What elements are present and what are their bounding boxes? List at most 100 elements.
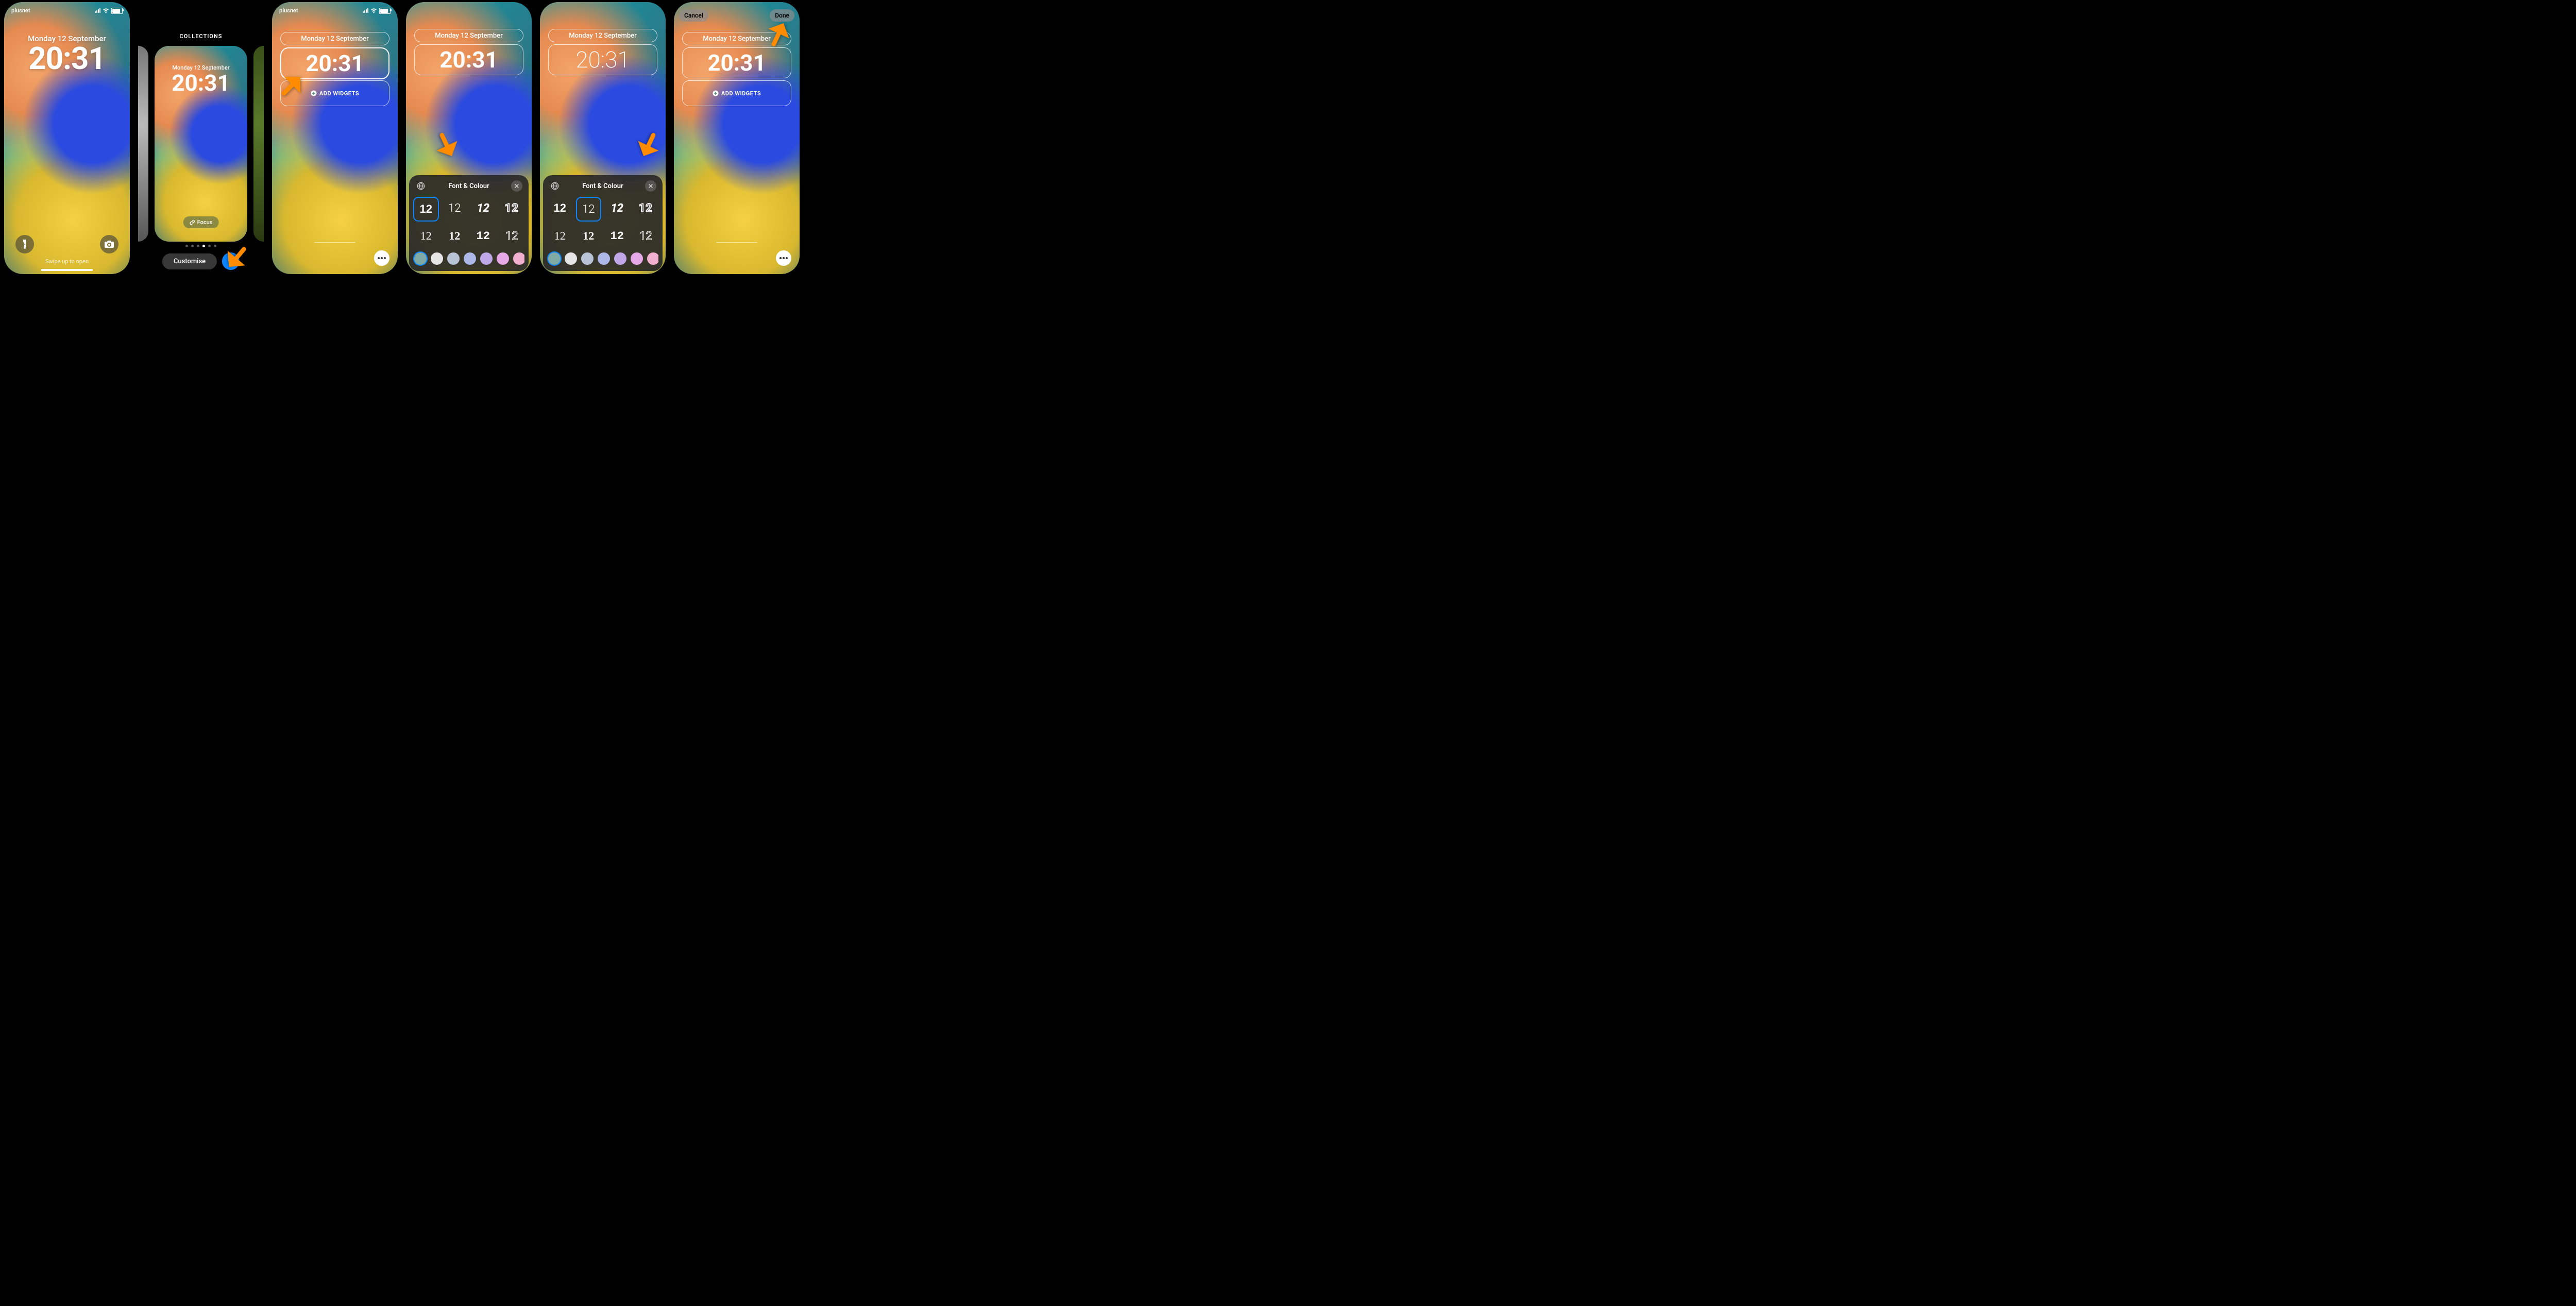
time-widget-slot-selected[interactable]: 20:31 bbox=[280, 47, 389, 79]
sheet-close-button[interactable] bbox=[511, 180, 522, 192]
color-swatch-1[interactable] bbox=[431, 252, 443, 265]
font-option-2[interactable]: 12 bbox=[576, 197, 602, 222]
close-icon bbox=[648, 183, 653, 189]
close-icon bbox=[514, 183, 519, 189]
status-bar: plusnet bbox=[279, 7, 391, 14]
more-button[interactable] bbox=[776, 250, 791, 266]
color-swatch-0[interactable] bbox=[548, 252, 561, 265]
camera-button[interactable] bbox=[100, 235, 118, 253]
color-row bbox=[547, 251, 658, 266]
color-swatch-6[interactable] bbox=[647, 252, 658, 265]
screen-edit-done: Cancel Done Monday 12 September 20:31 AD… bbox=[674, 2, 800, 274]
sheet-title: Font & Colour bbox=[448, 182, 489, 190]
color-swatch-4[interactable] bbox=[480, 252, 493, 265]
collections-label: COLLECTIONS bbox=[138, 2, 264, 40]
page-bar bbox=[314, 242, 355, 243]
color-swatch-6[interactable] bbox=[513, 252, 524, 265]
add-widgets-label: ADD WIDGETS bbox=[721, 90, 761, 97]
globe-icon bbox=[551, 182, 559, 190]
font-option-7[interactable]: 12 bbox=[470, 225, 496, 247]
date-widget-slot[interactable]: Monday 12 September bbox=[280, 32, 389, 45]
next-wallpaper-peek[interactable] bbox=[253, 46, 264, 242]
preview-time: 20:31 bbox=[155, 70, 247, 96]
battery-icon bbox=[379, 8, 391, 14]
font-option-1[interactable]: 12 bbox=[547, 197, 573, 219]
font-grid: 12 12 12 12 12 12 12 12 bbox=[413, 197, 524, 247]
time-widget-slot[interactable]: 20:31 bbox=[414, 44, 523, 75]
screen-collections: COLLECTIONS Monday 12 September 20:31 Fo… bbox=[138, 2, 264, 274]
font-grid: 12 12 12 12 12 12 12 12 bbox=[547, 197, 658, 247]
page-bar bbox=[716, 242, 757, 243]
color-swatch-3[interactable] bbox=[464, 252, 476, 265]
swipe-hint: Swipe up to open bbox=[4, 258, 130, 265]
edit-topbar: Cancel Done bbox=[679, 9, 794, 22]
wifi-icon bbox=[370, 8, 377, 13]
sheet-close-button[interactable] bbox=[645, 180, 656, 192]
sheet-title: Font & Colour bbox=[582, 182, 623, 190]
font-option-4[interactable]: 12 bbox=[633, 197, 659, 219]
torch-button[interactable] bbox=[15, 235, 34, 253]
font-colour-sheet: Font & Colour 12 12 12 12 12 12 12 12 bbox=[543, 175, 663, 271]
font-option-5[interactable]: 12 bbox=[413, 225, 439, 247]
wallpaper-preview[interactable]: Monday 12 September 20:31 Focus bbox=[155, 46, 247, 242]
date-widget-slot[interactable]: Monday 12 September bbox=[682, 32, 791, 45]
battery-icon bbox=[111, 8, 123, 14]
color-swatch-2[interactable] bbox=[447, 252, 460, 265]
camera-icon bbox=[105, 241, 114, 248]
color-swatch-2[interactable] bbox=[581, 252, 594, 265]
font-option-6[interactable]: 12 bbox=[576, 225, 602, 247]
screen-edit-time-selected: plusnet Monday 12 September 20:31 ADD WI… bbox=[272, 2, 398, 274]
globe-button[interactable] bbox=[549, 180, 561, 192]
date-widget-slot[interactable]: Monday 12 September bbox=[414, 29, 523, 42]
status-bar: plusnet bbox=[11, 7, 123, 14]
done-button[interactable]: Done bbox=[770, 9, 794, 22]
add-widgets-slot[interactable]: ADD WIDGETS bbox=[682, 80, 791, 106]
plus-circle-icon bbox=[713, 90, 719, 96]
color-swatch-1[interactable] bbox=[565, 252, 577, 265]
customise-button[interactable]: Customise bbox=[162, 253, 217, 269]
status-icons bbox=[95, 8, 123, 14]
color-swatch-4[interactable] bbox=[614, 252, 626, 265]
page-indicator bbox=[138, 245, 264, 247]
globe-button[interactable] bbox=[415, 180, 427, 192]
signal-icon bbox=[95, 8, 100, 13]
add-widgets-slot[interactable]: ADD WIDGETS bbox=[280, 80, 389, 106]
add-widgets-label: ADD WIDGETS bbox=[319, 90, 359, 97]
color-swatch-5[interactable] bbox=[631, 252, 643, 265]
font-option-8[interactable]: 12 bbox=[499, 225, 525, 247]
add-wallpaper-button[interactable]: + bbox=[222, 252, 240, 270]
font-option-3[interactable]: 12 bbox=[470, 197, 496, 219]
color-swatch-3[interactable] bbox=[598, 252, 610, 265]
screen-font-colour-1: Monday 12 September 20:31 Font & Colour … bbox=[406, 2, 532, 274]
carrier-label: plusnet bbox=[11, 7, 30, 14]
focus-label: Focus bbox=[197, 219, 213, 226]
more-button[interactable] bbox=[374, 250, 389, 266]
color-swatch-0[interactable] bbox=[414, 252, 427, 265]
link-icon bbox=[190, 219, 195, 225]
date-widget-slot[interactable]: Monday 12 September bbox=[548, 29, 657, 42]
font-option-6[interactable]: 12 bbox=[442, 225, 468, 247]
signal-icon bbox=[363, 8, 368, 13]
font-option-1[interactable]: 12 bbox=[413, 197, 439, 222]
font-option-5[interactable]: 12 bbox=[547, 225, 573, 247]
font-option-3[interactable]: 12 bbox=[604, 197, 630, 219]
time-widget-slot[interactable]: 20:31 bbox=[548, 44, 657, 75]
screen-font-colour-2: Monday 12 September 20:31 Font & Colour … bbox=[540, 2, 666, 274]
plus-circle-icon bbox=[311, 90, 317, 96]
lock-time: 20:31 bbox=[4, 40, 130, 77]
font-option-7[interactable]: 12 bbox=[604, 225, 630, 247]
color-swatch-5[interactable] bbox=[497, 252, 509, 265]
home-indicator[interactable] bbox=[41, 269, 93, 271]
font-option-8[interactable]: 12 bbox=[633, 225, 659, 247]
globe-icon bbox=[417, 182, 425, 190]
cancel-button[interactable]: Cancel bbox=[679, 9, 708, 22]
time-widget-slot[interactable]: 20:31 bbox=[682, 47, 791, 78]
font-option-4[interactable]: 12 bbox=[499, 197, 525, 219]
carrier-label: plusnet bbox=[279, 7, 298, 14]
color-row bbox=[413, 251, 524, 266]
flashlight-icon bbox=[21, 240, 28, 249]
prev-wallpaper-peek[interactable] bbox=[138, 46, 148, 242]
focus-button[interactable]: Focus bbox=[183, 216, 219, 228]
font-option-2[interactable]: 12 bbox=[442, 197, 468, 219]
font-colour-sheet: Font & Colour 12 12 12 12 12 12 12 12 bbox=[409, 175, 529, 271]
